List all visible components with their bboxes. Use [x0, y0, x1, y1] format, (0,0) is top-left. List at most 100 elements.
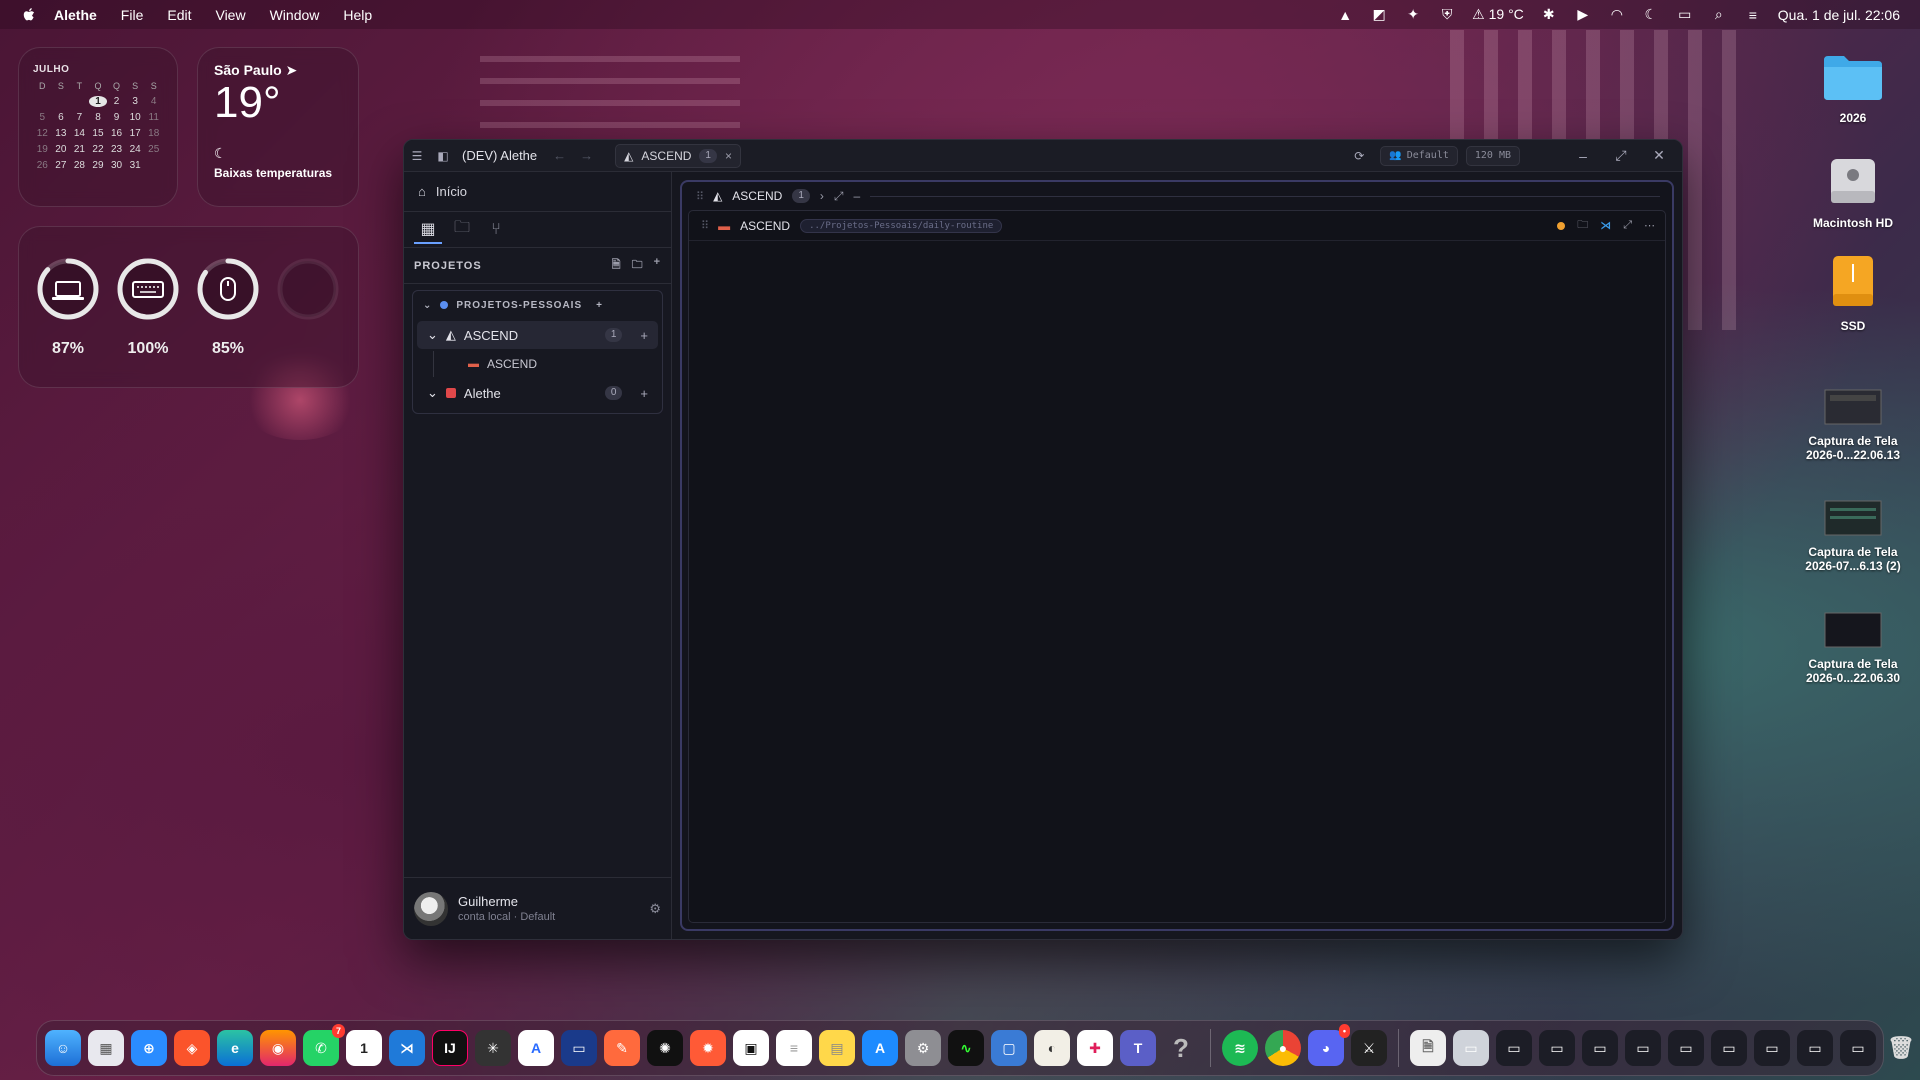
minimized-window-icon[interactable]: ▭ — [1668, 1030, 1704, 1066]
pen-app-icon[interactable]: ✎ — [604, 1030, 640, 1066]
expand-icon[interactable]: ⤢ — [834, 189, 844, 204]
menu-edit[interactable]: Edit — [167, 7, 191, 23]
minimized-window-icon[interactable]: ▭ — [1754, 1030, 1790, 1066]
perplexity-icon[interactable]: ✳ — [475, 1030, 511, 1066]
minimized-window-icon[interactable]: ▭ — [1625, 1030, 1661, 1066]
menu-window[interactable]: Window — [270, 7, 320, 23]
weather-status[interactable]: ⚠ 19 °C — [1472, 6, 1524, 23]
grid-view-icon[interactable]: ▦ — [414, 216, 442, 244]
help-icon[interactable]: ? — [1163, 1030, 1199, 1066]
teams-icon[interactable]: T — [1120, 1030, 1156, 1066]
minimized-window-icon[interactable]: ▭ — [1797, 1030, 1833, 1066]
expand-icon[interactable]: ⤢ — [1623, 219, 1632, 232]
notes-icon[interactable]: ▤ — [819, 1030, 855, 1066]
shield-icon[interactable]: ⛨ — [1438, 6, 1456, 23]
bluetooth-icon[interactable]: ✱ — [1540, 6, 1558, 23]
finder-icon[interactable]: ☺ — [45, 1030, 81, 1066]
project-child-ascend[interactable]: ▬ ASCEND — [433, 351, 662, 377]
project-item-ascend[interactable]: ⌄ ◭ ASCEND 1 + — [417, 321, 658, 349]
new-file-icon[interactable]: 🗎 — [612, 256, 622, 275]
moon-icon[interactable]: ☾ — [1642, 6, 1660, 23]
git-branch-icon[interactable]: ⑂ — [482, 216, 510, 244]
screen-sharing-icon[interactable]: ▢ — [991, 1030, 1027, 1066]
drag-handle-icon[interactable]: ⠿ — [701, 219, 709, 232]
add-icon[interactable]: + — [596, 300, 603, 311]
chrome-icon[interactable]: ● — [1265, 1030, 1301, 1066]
user-account[interactable]: Guilherme conta local · Default ⚙ — [404, 877, 671, 939]
wifi-icon[interactable]: ◠ — [1608, 6, 1626, 23]
minimized-window-icon[interactable]: ▭ — [1453, 1030, 1489, 1066]
chevron-down-icon[interactable]: ⌄ — [423, 300, 432, 311]
more-icon[interactable]: ⋯ — [1644, 219, 1655, 232]
firefox-icon[interactable]: ◉ — [260, 1030, 296, 1066]
tab-ascend[interactable]: ◭ ASCEND 1 × — [615, 143, 741, 168]
maximize-icon[interactable]: ⤢ — [1606, 147, 1636, 164]
app-store-icon[interactable]: A — [862, 1030, 898, 1066]
calendar-widget[interactable]: JULHO D S T Q Q S S 1 2 3 4 5 6 7 8 9 10 11 12 13 14 15 16 17 18… — [18, 47, 178, 207]
minimized-window-icon[interactable]: ▭ — [1496, 1030, 1532, 1066]
battery-icon[interactable]: ▭ — [1676, 6, 1694, 23]
menu-view[interactable]: View — [215, 7, 245, 23]
play-icon[interactable]: ▶ — [1574, 6, 1592, 23]
notion-icon[interactable]: ▣ — [733, 1030, 769, 1066]
settings-icon[interactable]: ⚙ — [905, 1030, 941, 1066]
desktop-screenshot-3[interactable]: Captura de Tela 2026-0...22.06.30 — [1793, 612, 1913, 685]
calendar-app-icon[interactable]: 1 — [346, 1030, 382, 1066]
project-item-alethe[interactable]: ⌄ Alethe 0 + — [417, 379, 658, 407]
drive-app-icon[interactable]: ◩ — [1370, 6, 1388, 23]
whatsapp-icon[interactable]: ✆ 7 — [303, 1024, 345, 1066]
menu-help[interactable]: Help — [343, 7, 372, 23]
forward-arrow-icon[interactable]: → — [580, 148, 593, 163]
add-icon[interactable]: + — [640, 386, 648, 401]
close-icon[interactable]: × — [725, 149, 732, 163]
minimized-window-icon[interactable]: ▭ — [1840, 1030, 1876, 1066]
minimize-icon[interactable]: – — [1568, 148, 1598, 164]
desktop-folder-2026[interactable]: 2026 — [1793, 52, 1913, 125]
profile-pill[interactable]: 👥 Default — [1380, 145, 1458, 166]
safari-icon[interactable]: ⊕ — [131, 1030, 167, 1066]
chevron-right-icon[interactable]: › — [820, 189, 824, 203]
edge-icon[interactable]: e — [217, 1030, 253, 1066]
alethe-app-icon[interactable]: ⚔ — [1351, 1030, 1387, 1066]
mountain-app-icon[interactable]: ▲ — [1336, 7, 1354, 23]
discord-icon[interactable]: ◕ • — [1308, 1024, 1350, 1066]
teams-status-icon[interactable]: ✦ — [1404, 6, 1422, 23]
onepassword-icon[interactable]: ▭ — [561, 1030, 597, 1066]
desktop-ssd[interactable]: SSD — [1793, 254, 1913, 333]
minimized-window-icon[interactable]: ▭ — [1539, 1030, 1575, 1066]
new-folder-icon[interactable]: 🗀 — [632, 256, 644, 275]
vscode-icon[interactable]: ⋊ — [1600, 219, 1611, 232]
chevron-down-icon[interactable]: ⌄ — [427, 327, 438, 343]
app-store-text-icon[interactable]: A — [518, 1030, 554, 1066]
trash-icon[interactable]: 🗑 — [1883, 1030, 1919, 1066]
window-titlebar[interactable]: ☰ ◧ (DEV) Alethe ← → ◭ ASCEND 1 × ⟳ 👥 Def… — [404, 140, 1682, 172]
minimized-window-icon[interactable]: ▭ — [1582, 1030, 1618, 1066]
menu-app-name[interactable]: Alethe — [54, 7, 97, 23]
control-center-icon[interactable]: ≡ — [1744, 7, 1762, 23]
terminal-pane[interactable]: ⠿ ▬ ASCEND ../Projetos-Pessoais/daily-ro… — [688, 210, 1666, 923]
clock[interactable]: Qua. 1 de jul. 22:06 — [1778, 7, 1900, 23]
collapse-icon[interactable]: – — [853, 189, 860, 203]
sidebar-toggle-icon[interactable]: ◧ — [430, 143, 456, 169]
back-arrow-icon[interactable]: ← — [553, 148, 566, 163]
activity-monitor-icon[interactable]: ∿ — [948, 1030, 984, 1066]
desktop-screenshot-2[interactable]: Captura de Tela 2026-07...6.13 (2) — [1793, 500, 1913, 573]
folder-view-icon[interactable]: 🗀 — [448, 216, 476, 244]
reminders-icon[interactable]: ≡ — [776, 1030, 812, 1066]
brave-icon[interactable]: ◈ — [174, 1030, 210, 1066]
add-icon[interactable]: + — [640, 328, 648, 343]
desktop-macintosh-hd[interactable]: Macintosh HD — [1793, 155, 1913, 230]
weather-widget[interactable]: São Paulo ➤ 19° ☾ Baixas temperaturas — [197, 47, 359, 207]
close-window-icon[interactable]: ✕ — [1644, 147, 1674, 164]
sidebar-home[interactable]: ⌂ Início — [404, 172, 671, 212]
batteries-widget[interactable]: 87% 100% 85% — [18, 226, 359, 388]
desktop-screenshot-1[interactable]: Captura de Tela 2026-0...22.06.13 — [1793, 389, 1913, 462]
launchpad-icon[interactable]: ▦ — [88, 1030, 124, 1066]
chevron-down-icon[interactable]: ⌄ — [427, 385, 438, 401]
menu-file[interactable]: File — [121, 7, 144, 23]
apple-logo-icon[interactable] — [20, 6, 38, 24]
chatgpt-icon[interactable]: ✺ — [647, 1030, 683, 1066]
bear-icon[interactable]: ◐ — [1034, 1030, 1070, 1066]
minimized-window-icon[interactable]: ▭ — [1711, 1030, 1747, 1066]
intellij-icon[interactable]: IJ — [432, 1030, 468, 1066]
